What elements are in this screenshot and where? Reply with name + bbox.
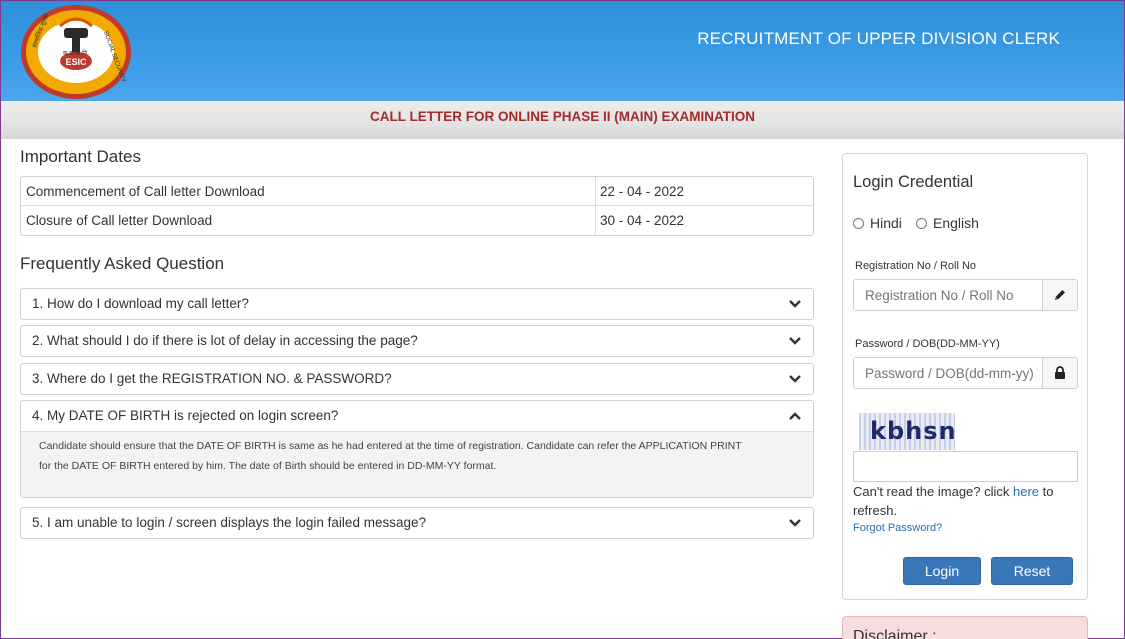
chevron-down-icon — [789, 337, 801, 345]
pencil-icon — [1042, 280, 1077, 310]
faq-question-text: 1. How do I download my call letter? — [32, 296, 249, 311]
captcha-image: kbhsn — [859, 413, 955, 450]
login-button[interactable]: Login — [903, 557, 981, 585]
registration-input-group — [853, 279, 1078, 311]
subheader-title: CALL LETTER FOR ONLINE PHASE II (MAIN) E… — [370, 109, 755, 124]
esic-logo: ESIC क.रा.बी.नि. सामाजिक सुरक्षा SOCIAL … — [20, 4, 132, 100]
date-label: Closure of Call letter Download — [21, 206, 596, 235]
login-panel: Login Credential Hindi English Registrat… — [842, 153, 1088, 600]
chevron-down-icon — [789, 375, 801, 383]
logo-hindi-text: क.रा.बी.नि. — [63, 49, 89, 57]
page-header: ESIC क.रा.बी.नि. सामाजिक सुरक्षा SOCIAL … — [1, 1, 1124, 101]
faq-answer-line: for the DATE OF BIRTH entered by him. Th… — [39, 460, 497, 472]
login-title: Login Credential — [853, 173, 974, 191]
faq-answer-line: Candidate should ensure that the DATE OF… — [39, 440, 742, 452]
logo-abbreviation: ESIC — [65, 57, 87, 67]
forgot-password-link[interactable]: Forgot Password? — [853, 522, 942, 534]
faq-heading: Frequently Asked Question — [20, 254, 225, 273]
table-row: Closure of Call letter Download 30 - 04 … — [21, 206, 813, 235]
chevron-down-icon — [789, 519, 801, 527]
faq-question[interactable]: 1. How do I download my call letter? — [21, 289, 813, 319]
disclaimer-title: Disclaimer : — [853, 628, 937, 639]
faq-item-4[interactable]: 4. My DATE OF BIRTH is rejected on login… — [20, 400, 814, 498]
table-row: Commencement of Call letter Download 22 … — [21, 177, 813, 206]
password-label: Password / DOB(DD-MM-YY) — [855, 338, 1000, 350]
faq-question[interactable]: 5. I am unable to login / screen display… — [21, 508, 813, 538]
faq-question-text: 5. I am unable to login / screen display… — [32, 515, 426, 530]
lock-icon — [1042, 358, 1077, 388]
captcha-text: kbhsn — [870, 417, 955, 445]
captcha-note-prefix: Can't read the image? click — [853, 484, 1014, 499]
important-dates-table: Commencement of Call letter Download 22 … — [20, 176, 814, 236]
faq-question-text: 2. What should I do if there is lot of d… — [32, 333, 418, 348]
subheader-bar: CALL LETTER FOR ONLINE PHASE II (MAIN) E… — [1, 101, 1124, 139]
hindi-label: Hindi — [870, 215, 902, 231]
faq-question-text: 3. Where do I get the REGISTRATION NO. &… — [32, 371, 392, 386]
disclaimer-box: Disclaimer : — [842, 616, 1088, 639]
chevron-down-icon — [789, 300, 801, 308]
chevron-up-icon — [789, 412, 801, 420]
header-title: RECRUITMENT OF UPPER DIVISION CLERK — [697, 29, 1060, 48]
registration-label: Registration No / Roll No — [855, 260, 977, 272]
faq-item-5[interactable]: 5. I am unable to login / screen display… — [20, 507, 814, 539]
registration-input[interactable] — [854, 280, 1042, 310]
important-dates-heading: Important Dates — [20, 147, 141, 166]
password-input[interactable] — [854, 358, 1042, 388]
faq-item-3[interactable]: 3. Where do I get the REGISTRATION NO. &… — [20, 363, 814, 395]
faq-question[interactable]: 3. Where do I get the REGISTRATION NO. &… — [21, 364, 813, 394]
date-label: Commencement of Call letter Download — [21, 177, 596, 205]
faq-answer: Candidate should ensure that the DATE OF… — [21, 431, 813, 497]
date-value: 30 - 04 - 2022 — [600, 213, 685, 228]
english-radio[interactable] — [916, 217, 927, 229]
reset-button[interactable]: Reset — [991, 557, 1073, 585]
faq-item-2[interactable]: 2. What should I do if there is lot of d… — [20, 325, 814, 357]
language-option-english[interactable]: English — [916, 215, 979, 231]
faq-question-text: 4. My DATE OF BIRTH is rejected on login… — [32, 408, 339, 423]
english-label: English — [933, 215, 979, 231]
password-input-group — [853, 357, 1078, 389]
hindi-radio[interactable] — [853, 217, 864, 229]
faq-question[interactable]: 2. What should I do if there is lot of d… — [21, 326, 813, 356]
language-option-hindi[interactable]: Hindi — [853, 215, 902, 231]
captcha-input[interactable] — [853, 451, 1078, 482]
date-value: 22 - 04 - 2022 — [600, 184, 685, 199]
faq-question[interactable]: 4. My DATE OF BIRTH is rejected on login… — [21, 401, 813, 431]
captcha-note: Can't read the image? click here to refr… — [853, 482, 1078, 520]
captcha-refresh-link[interactable]: here — [1013, 484, 1039, 499]
faq-item-1[interactable]: 1. How do I download my call letter? — [20, 288, 814, 320]
